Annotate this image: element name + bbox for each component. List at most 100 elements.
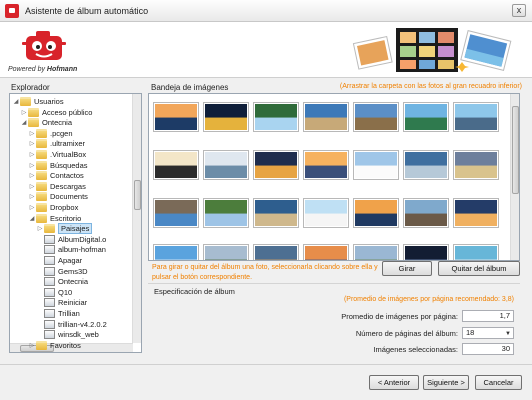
tree-item-label: Documents	[50, 192, 88, 202]
tree-folder-item[interactable]: ▷ Búsquedas	[10, 160, 88, 171]
cancel-button[interactable]: Cancelar	[475, 375, 522, 390]
pages-count-value: 18	[466, 328, 475, 337]
tree-shortcut-item[interactable]: winsdk_web	[10, 329, 99, 340]
photo-thumbnail[interactable]	[403, 102, 449, 132]
tree-shortcut-item[interactable]: Gems3D	[10, 266, 88, 277]
photo-thumbnail[interactable]	[153, 198, 199, 228]
collapsed-arrow-icon[interactable]: ▷	[28, 130, 36, 137]
tree-shortcut-item[interactable]: Ontecnia	[10, 276, 88, 287]
chevron-down-icon[interactable]: ▼	[505, 329, 511, 339]
app-shortcut-icon	[44, 287, 55, 297]
photo-thumbnail[interactable]	[253, 150, 299, 180]
collapsed-arrow-icon[interactable]: ▷	[28, 342, 36, 349]
photo-thumbnail[interactable]	[253, 198, 299, 228]
header-banner: Powered by Hofmann	[0, 22, 532, 78]
photo-thumbnail[interactable]	[403, 244, 449, 260]
image-tray[interactable]	[148, 93, 520, 261]
expanded-arrow-icon[interactable]: ◢	[28, 215, 36, 222]
folder-tree[interactable]: ◢ Usuarios ▷ Acceso público ◢ Ontecnia ▷ .pcgen…	[9, 93, 142, 353]
remove-from-album-button[interactable]: Quitar del álbum	[438, 261, 520, 276]
scroll-thumb[interactable]	[512, 106, 519, 194]
tree-folder-item[interactable]: ▷ .ultramixer	[10, 138, 85, 149]
tree-folder-item[interactable]: ▷ .pcgen	[10, 128, 73, 139]
collapsed-arrow-icon[interactable]: ▷	[28, 193, 36, 200]
photo-thumbnail[interactable]	[203, 244, 249, 260]
photo-thumbnail[interactable]	[453, 244, 499, 260]
collapsed-arrow-icon[interactable]: ▷	[36, 225, 44, 232]
tree-shortcut-item[interactable]: Q10	[10, 287, 72, 298]
rotate-button[interactable]: Girar	[382, 261, 432, 276]
folder-icon	[36, 139, 47, 149]
tree-folder-item[interactable]: ▷ .VirtualBox	[10, 149, 86, 160]
back-button[interactable]: < Anterior	[369, 375, 419, 390]
photo-thumbnail[interactable]	[453, 102, 499, 132]
photo-thumbnail[interactable]	[203, 102, 249, 132]
tree-folder-item[interactable]: ▷ Acceso público	[10, 107, 92, 118]
photo-thumbnail[interactable]	[303, 102, 349, 132]
collapsed-arrow-icon[interactable]: ▷	[28, 162, 36, 169]
collapsed-arrow-icon[interactable]: ▷	[28, 172, 36, 179]
photo-thumbnail[interactable]	[453, 198, 499, 228]
tree-shortcut-item[interactable]: AlbumDigital.o	[10, 234, 106, 245]
photo-thumbnail-image	[405, 104, 447, 130]
tree-folder-item[interactable]: ▷ Dropbox	[10, 202, 78, 213]
collapsed-arrow-icon[interactable]: ▷	[20, 109, 28, 116]
title-bar: Asistente de álbum automático x	[0, 0, 532, 22]
photo-thumbnail[interactable]	[353, 102, 399, 132]
photo-thumbnail[interactable]	[353, 198, 399, 228]
pages-count-label: Número de páginas del álbum:	[355, 329, 458, 338]
folder-icon	[36, 150, 47, 159]
photo-thumbnail[interactable]	[453, 150, 499, 180]
collapsed-arrow-icon[interactable]: ▷	[28, 140, 36, 147]
tree-shortcut-item[interactable]: Trillian	[10, 308, 80, 319]
tree-shortcut-item[interactable]: Reiniciar	[10, 297, 87, 308]
tray-vertical-scrollbar[interactable]	[510, 94, 519, 260]
photo-thumbnail[interactable]	[253, 102, 299, 132]
photo-thumbnail[interactable]	[203, 150, 249, 180]
scroll-thumb[interactable]	[134, 180, 141, 210]
photo-thumbnail[interactable]	[303, 150, 349, 180]
photo-thumbnail[interactable]	[153, 102, 199, 132]
tree-folder-item[interactable]: ◢ Ontecnia	[10, 117, 72, 128]
tree-folder-item[interactable]: ◢ Escritorio	[10, 213, 81, 224]
photo-thumbnail-image	[355, 246, 397, 260]
photo-thumbnail[interactable]	[403, 198, 449, 228]
photo-thumbnail[interactable]	[303, 198, 349, 228]
photo-thumbnail[interactable]	[403, 150, 449, 180]
photo-thumbnail-image	[205, 246, 247, 260]
tree-folder-item[interactable]: ◢ Usuarios	[10, 96, 64, 107]
tree-folder-item[interactable]: ▷ Documents	[10, 191, 88, 202]
tree-folder-item[interactable]: ▷ Contactos	[10, 170, 84, 181]
photo-thumbnail[interactable]	[203, 198, 249, 228]
tree-folder-item[interactable]: ▷ Favoritos	[10, 340, 81, 351]
photo-thumbnail-image	[255, 104, 297, 130]
tree-shortcut-item[interactable]: Apagar	[10, 255, 82, 266]
expanded-arrow-icon[interactable]: ◢	[20, 119, 28, 126]
app-shortcut-icon	[44, 298, 55, 308]
expanded-arrow-icon[interactable]: ◢	[12, 98, 20, 105]
photo-thumbnail[interactable]	[303, 244, 349, 260]
photo-thumbnail[interactable]	[353, 150, 399, 180]
tree-shortcut-item[interactable]: album-hofman	[10, 244, 106, 255]
pages-count-select[interactable]: 18 ▼	[462, 327, 514, 339]
selected-images-field: 30	[462, 343, 514, 355]
photo-thumbnail[interactable]	[153, 244, 199, 260]
collapsed-arrow-icon[interactable]: ▷	[28, 183, 36, 190]
tree-item-label: Escritorio	[50, 213, 82, 223]
collapsed-arrow-icon[interactable]: ▷	[28, 204, 36, 211]
collapsed-arrow-icon[interactable]: ▷	[28, 151, 36, 158]
close-button[interactable]: x	[512, 4, 526, 17]
photo-thumbnail-image	[305, 104, 347, 130]
tree-shortcut-item[interactable]: trillian-v4.2.0.2	[10, 319, 107, 330]
photo-thumbnail[interactable]	[153, 150, 199, 180]
photo-thumbnail-image	[455, 104, 497, 130]
tree-item-label: Descargas	[50, 181, 86, 191]
app-shortcut-icon	[44, 309, 55, 318]
tree-vertical-scrollbar[interactable]	[132, 94, 141, 343]
photo-thumbnail[interactable]	[353, 244, 399, 260]
tree-folder-item[interactable]: ▷ Paisajes	[10, 223, 93, 235]
tree-item-label: Trillian	[58, 309, 80, 318]
photo-thumbnail[interactable]	[253, 244, 299, 260]
next-button[interactable]: Siguiente >	[423, 375, 469, 390]
tree-folder-item[interactable]: ▷ Descargas	[10, 181, 86, 192]
